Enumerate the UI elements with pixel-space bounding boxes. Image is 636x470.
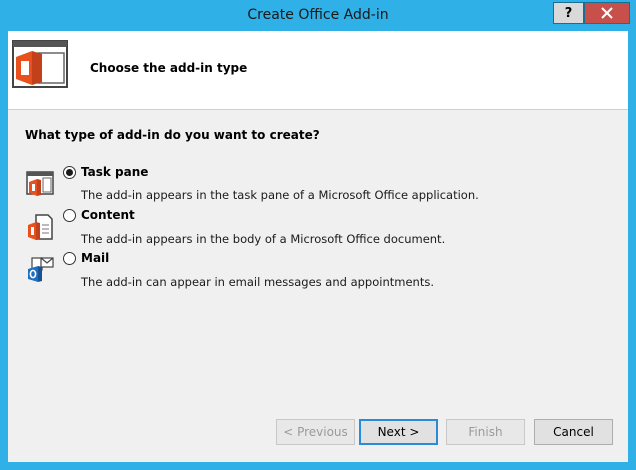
task-pane-radio[interactable] — [63, 166, 76, 179]
content-description: The add-in appears in the body of a Micr… — [81, 232, 446, 246]
dialog-window: Create Office Add-in ? Choose the add-in… — [0, 0, 636, 470]
mail-radio[interactable] — [63, 252, 76, 265]
content-label[interactable]: Content — [81, 208, 135, 222]
next-button[interactable]: Next > — [359, 419, 438, 445]
cancel-button[interactable]: Cancel — [534, 419, 613, 445]
dialog-client: Choose the add-in type What type of add-… — [8, 31, 628, 462]
addin-type-question: What type of add-in do you want to creat… — [25, 128, 320, 142]
task-pane-description: The add-in appears in the task pane of a… — [81, 188, 479, 202]
office-addin-logo-icon — [12, 40, 68, 88]
finish-button[interactable]: Finish — [446, 419, 525, 445]
wizard-header: Choose the add-in type — [8, 31, 628, 109]
mail-icon — [28, 257, 54, 282]
header-separator — [8, 109, 628, 110]
window-title: Create Office Add-in — [247, 7, 389, 23]
content-radio[interactable] — [63, 209, 76, 222]
help-button[interactable]: ? — [553, 2, 584, 24]
header-title: Choose the add-in type — [90, 61, 248, 75]
mail-description: The add-in can appear in email messages … — [81, 275, 434, 289]
title-bar[interactable]: Create Office Add-in ? — [0, 0, 636, 31]
close-icon — [601, 7, 613, 19]
task-pane-label[interactable]: Task pane — [81, 165, 148, 179]
previous-button[interactable]: < Previous — [276, 419, 355, 445]
task-pane-icon — [26, 171, 54, 196]
close-button[interactable] — [584, 2, 630, 24]
content-icon — [28, 214, 53, 240]
mail-label[interactable]: Mail — [81, 251, 109, 265]
